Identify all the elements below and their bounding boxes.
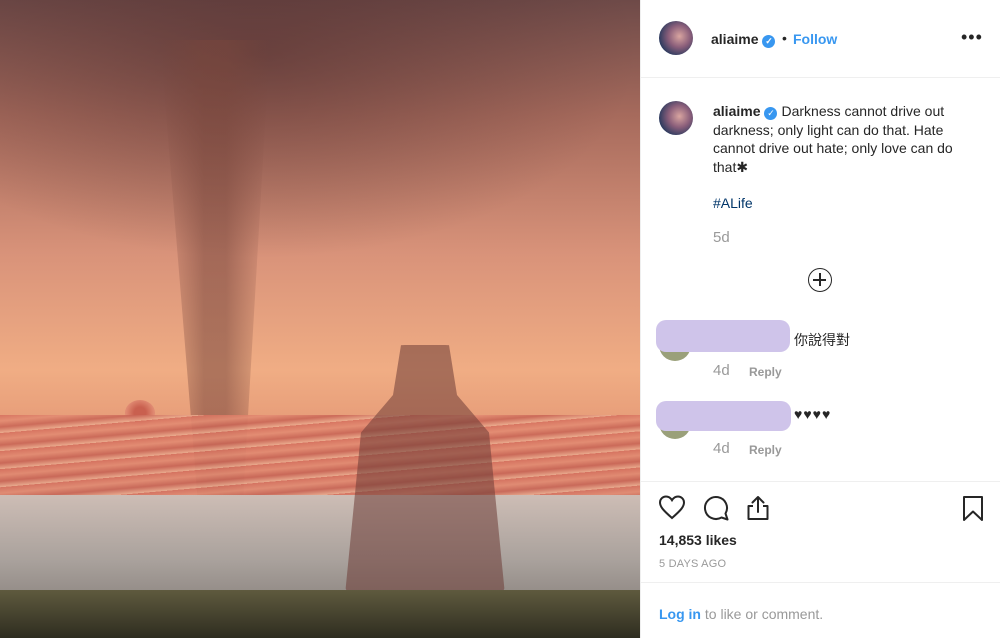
caption-username[interactable]: aliaime: [713, 103, 760, 119]
post-header: aliaime ✓ • Follow •••: [641, 0, 1000, 78]
comment-age: 4d: [713, 440, 730, 457]
verified-badge-icon: ✓: [762, 35, 776, 48]
photo-grass: [0, 590, 640, 638]
reply-button[interactable]: Reply: [749, 443, 782, 457]
login-prompt-text: Log in to like or comment.: [659, 606, 823, 622]
separator-dot: •: [782, 30, 787, 46]
comment-icon[interactable]: [702, 494, 730, 522]
redacted-username: [656, 320, 790, 352]
verified-badge-icon: ✓: [764, 107, 778, 120]
login-prompt: Log in to like or comment.: [641, 582, 1000, 638]
comment-text: ♥♥♥♥: [794, 406, 832, 422]
caption: aliaime ✓ Darkness cannot drive out darkne…: [713, 102, 985, 176]
caption-age: 5d: [713, 229, 730, 246]
login-link[interactable]: Log in: [659, 606, 701, 622]
follow-button[interactable]: Follow: [793, 31, 837, 47]
hashtag-link[interactable]: #ALife: [713, 195, 753, 211]
post-actions: 14,853 likes 5 DAYS AGO Log in to like o…: [641, 481, 1000, 638]
author-avatar[interactable]: [659, 21, 693, 55]
likes-count[interactable]: 14,853 likes: [659, 532, 737, 548]
post-timestamp: 5 DAYS AGO: [659, 558, 727, 570]
photo-wall-band: [0, 415, 640, 495]
caption-avatar[interactable]: [659, 101, 693, 135]
reply-button[interactable]: Reply: [749, 365, 782, 379]
login-suffix: to like or comment.: [701, 606, 824, 622]
comment-age: 4d: [713, 362, 730, 379]
more-options-icon[interactable]: •••: [961, 27, 983, 48]
author-username-text[interactable]: aliaime: [711, 31, 758, 47]
share-icon[interactable]: [744, 494, 772, 522]
redacted-username: [656, 401, 791, 431]
load-more-comments-icon[interactable]: [808, 268, 832, 292]
comment-text: 你說得對: [794, 332, 850, 348]
photo-person-shadow: [345, 345, 505, 595]
post-photo: [0, 0, 640, 638]
heart-icon[interactable]: [658, 494, 686, 522]
post-sidebar: aliaime ✓ • Follow ••• aliaime ✓ Darkness c…: [640, 0, 1000, 638]
author-username[interactable]: aliaime ✓: [711, 31, 776, 48]
photo-sidewalk: [0, 495, 640, 605]
bookmark-icon[interactable]: [959, 494, 987, 522]
photo-sky-shade: [0, 0, 640, 260]
